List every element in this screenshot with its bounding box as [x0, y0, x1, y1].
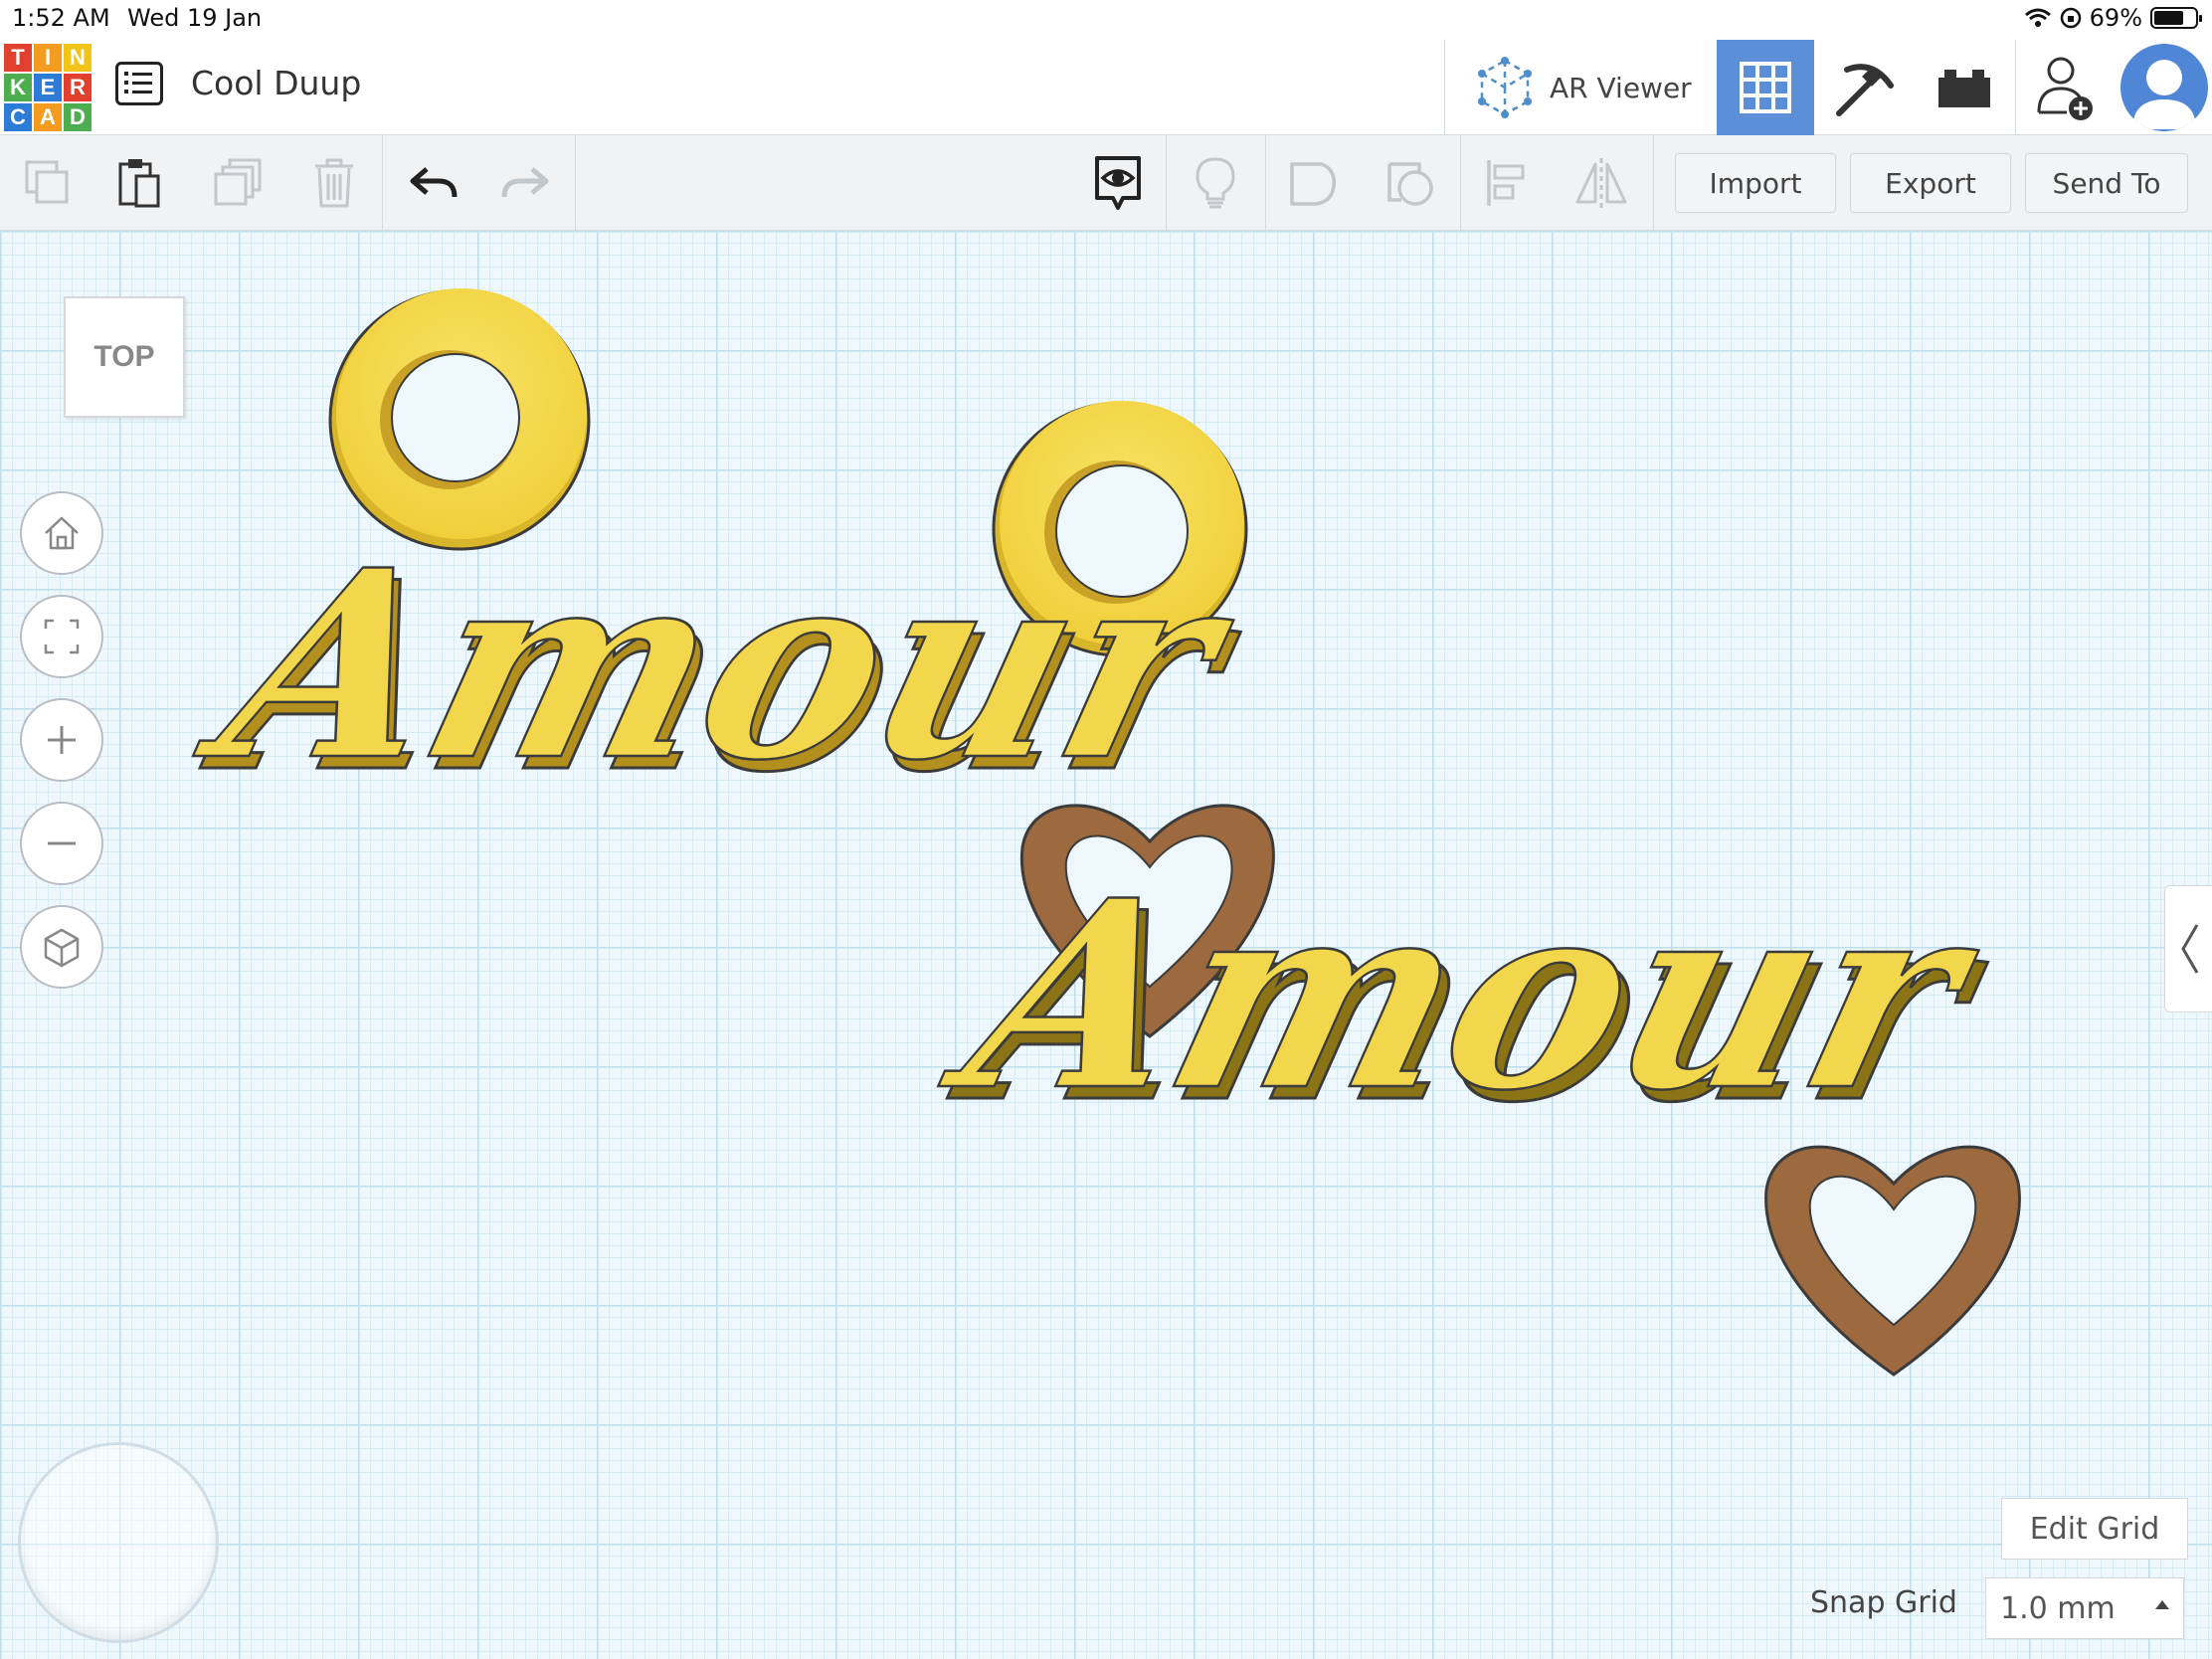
group-icon: [1290, 162, 1336, 206]
invite-user-button[interactable]: [2015, 40, 2113, 135]
fit-all-icon: [44, 619, 80, 654]
copy-button[interactable]: [18, 153, 78, 213]
toolbar-divider: [575, 135, 576, 231]
design-title[interactable]: Cool Duup: [191, 64, 361, 102]
logo-letter: N: [64, 44, 92, 72]
lego-bricks-button[interactable]: [1916, 40, 2013, 135]
view-cube[interactable]: TOP: [64, 296, 185, 418]
snap-grid-select[interactable]: 1.0 mm: [1985, 1577, 2184, 1639]
zoom-in-button[interactable]: [20, 698, 103, 782]
delete-button[interactable]: [304, 153, 364, 213]
status-bar: 1:52 AM Wed 19 Jan 69%: [0, 0, 2212, 40]
shapes-panel-toggle[interactable]: [2164, 885, 2212, 1013]
cube-icon: [44, 928, 80, 968]
status-date: Wed 19 Jan: [127, 4, 263, 32]
ar-viewer-label: AR Viewer: [1550, 71, 1692, 104]
logo-letter: T: [4, 44, 32, 72]
logo-letter: K: [4, 74, 32, 101]
battery-icon: [2150, 7, 2202, 29]
toolbar-divider: [1166, 135, 1167, 231]
hints-button[interactable]: [1186, 153, 1245, 213]
ungroup-icon: [1387, 162, 1433, 206]
list-bullet-icon: [124, 90, 128, 93]
minus-icon: [48, 841, 76, 845]
zoom-out-button[interactable]: [20, 802, 103, 885]
copy-icon: [25, 160, 69, 204]
undo-button[interactable]: [404, 153, 463, 213]
align-button[interactable]: [1478, 153, 1538, 213]
design-list-button[interactable]: [115, 62, 163, 105]
group-button[interactable]: [1283, 153, 1343, 213]
redo-icon: [501, 167, 549, 198]
mirror-button[interactable]: [1571, 153, 1631, 213]
home-icon: [45, 516, 79, 550]
toolbar-divider: [1653, 135, 1654, 231]
snap-grid-value: 1.0 mm: [2000, 1590, 2116, 1626]
amour-text-label-2: Amour: [923, 844, 2007, 1148]
redo-button[interactable]: [495, 153, 555, 213]
notes-button[interactable]: [1088, 153, 1148, 213]
home-view-button[interactable]: [20, 491, 103, 575]
header-divider: [1444, 40, 1445, 135]
perspective-toggle-button[interactable]: [20, 905, 103, 989]
logo-letter: E: [34, 74, 62, 101]
tinkercad-logo[interactable]: T I N K E R C A D: [4, 44, 92, 131]
ungroup-button[interactable]: [1381, 153, 1440, 213]
logo-letter: D: [64, 103, 92, 131]
snap-grid-label: Snap Grid: [1810, 1585, 1957, 1620]
paste-button[interactable]: [109, 153, 169, 213]
toolbar-divider: [1460, 135, 1461, 231]
clipboard-icon: [118, 159, 160, 208]
ar-cube-icon: [1478, 57, 1532, 118]
logo-letter: I: [34, 44, 62, 72]
logo-letter: C: [4, 103, 32, 131]
battery-percent: 69%: [2089, 4, 2142, 32]
chevron-left-icon: [2180, 924, 2198, 974]
amour-text-label-1: Amour: [178, 514, 1262, 818]
duplicate-button[interactable]: [209, 153, 269, 213]
ar-viewer-button[interactable]: AR Viewer: [1452, 40, 1699, 135]
app-header: T I N K E R C A D Cool Duup AR Viewer: [0, 40, 2212, 135]
orbit-joystick[interactable]: [18, 1442, 219, 1643]
scene-objects: Amour Amour Amour Amour: [176, 288, 2021, 1377]
codeblocks-button[interactable]: [1816, 40, 1914, 135]
toolbar-divider: [1265, 135, 1266, 231]
wifi-icon: [2024, 8, 2051, 27]
caret-up-icon: [2155, 1600, 2169, 1609]
plus-icon: [48, 726, 76, 754]
user-avatar-icon: [2132, 60, 2196, 129]
3d-design-view-button[interactable]: [1717, 40, 1814, 135]
status-indicators: 69%: [2024, 4, 2202, 32]
logo-letter: R: [64, 74, 92, 101]
eye-note-icon: [1095, 156, 1141, 210]
lightbulb-icon: [1196, 157, 1235, 209]
grid-icon: [1740, 62, 1791, 113]
add-user-icon: [2037, 57, 2093, 120]
workplane-canvas[interactable]: Amour Amour Amour Amour TOP Edit Grid Sn…: [0, 231, 2212, 1659]
trash-icon: [315, 158, 353, 208]
list-bullet-icon: [124, 81, 128, 85]
export-button[interactable]: Export: [1850, 153, 2011, 213]
brick-icon: [1938, 70, 1990, 107]
yellow-ring-1[interactable]: [328, 288, 591, 551]
amour-text-object-1[interactable]: Amour Amour: [176, 513, 1270, 831]
pickaxe-icon: [1836, 64, 1894, 116]
logo-letter: A: [34, 103, 62, 131]
duplicate-icon: [214, 158, 262, 206]
brown-heart-2[interactable]: [1764, 1145, 2021, 1377]
send-to-button[interactable]: Send To: [2025, 153, 2188, 213]
edit-toolbar: Import Export Send To: [0, 135, 2212, 231]
amour-text-object-2[interactable]: Amour Amour: [922, 843, 2018, 1162]
import-button[interactable]: Import: [1675, 153, 1836, 213]
undo-icon: [410, 167, 458, 198]
fit-view-button[interactable]: [20, 595, 103, 678]
list-bullet-icon: [124, 72, 128, 76]
user-avatar[interactable]: [2120, 44, 2208, 131]
mirror-icon: [1575, 158, 1627, 208]
status-time: 1:52 AM: [12, 4, 110, 32]
edit-grid-button[interactable]: Edit Grid: [2001, 1498, 2188, 1560]
orientation-lock-icon: [2060, 7, 2081, 29]
align-icon: [1487, 160, 1525, 206]
toolbar-divider: [382, 135, 383, 231]
